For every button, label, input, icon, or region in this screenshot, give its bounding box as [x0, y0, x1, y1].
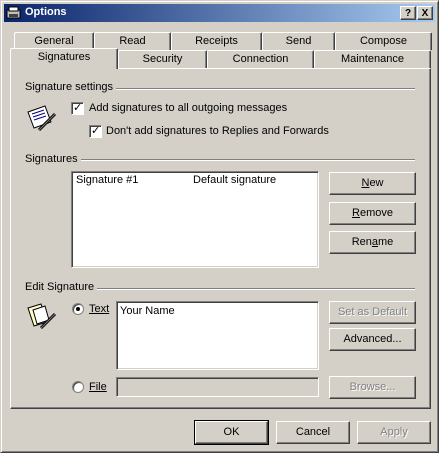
tab-receipts[interactable]: Receipts: [171, 32, 262, 50]
text-option-label: Text: [89, 303, 110, 315]
browse-button[interactable]: Browse...: [329, 376, 416, 399]
advanced-button[interactable]: Advanced...: [329, 328, 416, 351]
signatures-heading: Signatures: [25, 153, 81, 165]
add-signatures-label[interactable]: Add signatures to all outgoing messages: [89, 102, 287, 114]
no-replies-signature-checkbox[interactable]: ✓: [89, 125, 102, 138]
signature-text-area[interactable]: Your Name: [116, 301, 319, 370]
cancel-button[interactable]: Cancel: [276, 421, 350, 444]
checkmark-icon: ✓: [91, 125, 101, 137]
new-signature-button[interactable]: New: [329, 172, 416, 195]
text-radio[interactable]: [72, 303, 84, 315]
new-label: ew: [369, 177, 384, 189]
signature-settings-heading: Signature settings: [25, 81, 117, 93]
no-replies-signature-label[interactable]: Don't add signatures to Replies and Forw…: [106, 125, 329, 137]
options-app-icon: [6, 6, 21, 19]
text-radio-label[interactable]: Text: [89, 303, 109, 315]
tab-signatures[interactable]: Signatures: [10, 48, 118, 69]
remove-signature-button[interactable]: Remove: [329, 202, 416, 225]
file-radio-label[interactable]: File: [89, 381, 107, 393]
ok-button[interactable]: OK: [194, 420, 269, 445]
radio-selected-dot: [76, 307, 80, 311]
rename-label-a: Ren: [351, 236, 372, 248]
tab-connection[interactable]: Connection: [207, 50, 314, 68]
add-signatures-checkbox[interactable]: ✓: [71, 102, 84, 115]
file-radio[interactable]: [72, 381, 84, 393]
signature-text-value: Your Name: [120, 305, 175, 317]
tab-security[interactable]: Security: [118, 50, 207, 68]
apply-button[interactable]: Apply: [357, 421, 431, 444]
edit-signature-heading: Edit Signature: [25, 281, 98, 293]
signatures-list[interactable]: Signature #1 Default signature: [71, 171, 319, 268]
signature-pen-icon: [27, 105, 57, 132]
file-path-field[interactable]: [116, 377, 319, 397]
close-button[interactable]: X: [417, 6, 433, 20]
list-item[interactable]: Signature #1 Default signature: [72, 172, 316, 188]
rename-label-b: me: [378, 236, 394, 248]
help-button[interactable]: ?: [400, 6, 416, 20]
remove-label: emove: [359, 207, 393, 219]
set-as-default-button[interactable]: Set as Default: [329, 301, 416, 324]
tab-send[interactable]: Send: [262, 32, 335, 50]
tab-compose[interactable]: Compose: [335, 32, 432, 50]
checkmark-icon: ✓: [73, 102, 83, 114]
window-title: Options: [25, 6, 67, 18]
rename-signature-button[interactable]: Rename: [329, 231, 416, 254]
title-bar[interactable]: Options ? X: [4, 4, 435, 22]
options-dialog: Options ? X General Read Receipts Send C…: [0, 0, 439, 453]
signature-description: Default signature: [193, 174, 277, 186]
divider: [25, 159, 415, 161]
file-option-label: File: [89, 381, 107, 393]
signature-name: Signature #1: [76, 174, 139, 186]
edit-signature-icon: [27, 303, 57, 330]
tab-maintenance[interactable]: Maintenance: [314, 50, 431, 68]
